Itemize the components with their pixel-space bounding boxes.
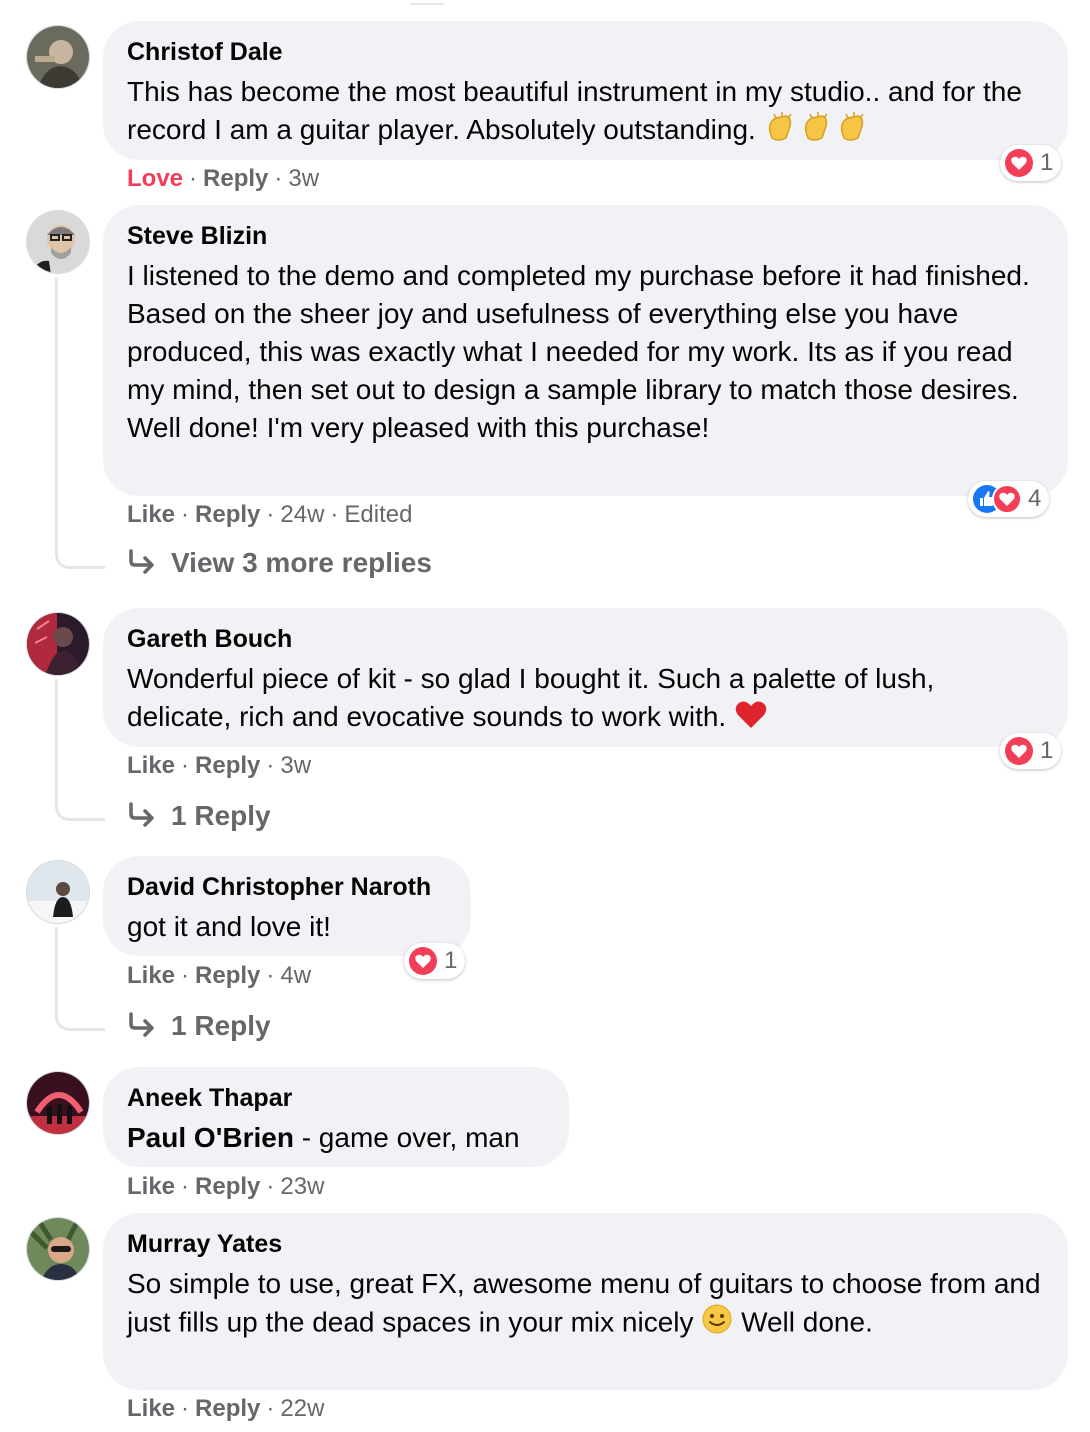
thread-line [55,927,105,1031]
reply-arrow-icon [129,549,154,574]
reaction-count: 1 [1040,149,1054,176]
reaction-summary[interactable]: 1 [1000,145,1062,181]
comment-text: So simple to use, great FX, awesome menu… [127,1265,1044,1345]
timestamp[interactable]: 3w [280,752,311,779]
timestamp[interactable]: 23w [280,1173,324,1200]
comment-bubble: Steve Blizin I listened to the demo and … [103,205,1068,496]
comment-author[interactable]: Steve Blizin [127,221,1044,251]
love-button[interactable]: Love [127,165,183,192]
comment-bubble: Murray Yates So simple to use, great FX,… [103,1213,1068,1390]
reaction-summary[interactable]: 1 [404,943,466,979]
comment-author[interactable]: David Christopher Naroth [127,872,447,902]
reaction-count: 4 [1028,485,1042,512]
timestamp[interactable]: 3w [288,165,319,192]
separator: · [181,1173,190,1200]
comment-bubble: David Christopher Naroth got it and love… [103,856,471,956]
comment-actions: Like · Reply · 3w [127,751,311,781]
comment-actions: Love · Reply · 3w [127,164,319,194]
mention-link[interactable]: Paul O'Brien [127,1122,294,1153]
thread-line [55,679,105,821]
view-replies-link[interactable]: 1 Reply [127,1010,271,1042]
red-heart-icon [734,699,768,739]
edited-label: Edited [344,501,413,528]
heart-icon [992,484,1022,514]
avatar[interactable] [26,612,90,676]
separator: · [266,752,275,779]
heart-icon [1004,148,1034,178]
reply-button[interactable]: Reply [203,165,268,192]
timestamp[interactable]: 4w [280,962,311,989]
like-button[interactable]: Like [127,962,175,989]
clapping-hands-icon [800,111,836,152]
avatar[interactable] [26,1071,90,1135]
comment-text: Wonderful piece of kit - so glad I bough… [127,660,1044,739]
timestamp[interactable]: 24w [280,501,324,528]
separator: · [181,501,190,528]
separator: · [181,752,190,779]
like-button[interactable]: Like [127,752,175,779]
reaction-summary[interactable]: 4 [968,481,1050,517]
clapping-hands-icon [836,111,872,152]
comment-actions: Like · Reply · 23w [127,1172,324,1202]
comment-actions: Like · Reply · 24w · Edited [127,500,412,530]
clapping-hands-icon [764,111,800,152]
comment-bubble: Christof Dale This has become the most b… [103,21,1068,160]
separator: · [330,501,339,528]
comment-text: Paul O'Brien - game over, man [127,1119,545,1157]
avatar[interactable] [26,210,90,274]
separator: · [266,1173,275,1200]
smiling-face-icon [701,1303,733,1345]
timestamp[interactable]: 22w [280,1395,324,1422]
reply-arrow-icon [129,1012,154,1037]
avatar[interactable] [26,1217,90,1281]
like-button[interactable]: Like [127,1395,175,1422]
like-button[interactable]: Like [127,501,175,528]
reaction-count: 1 [1040,737,1054,764]
comment-text: I listened to the demo and completed my … [127,260,1030,443]
comment-author[interactable]: Aneek Thapar [127,1083,545,1113]
separator: · [266,962,275,989]
view-replies-label: 1 Reply [171,1010,271,1041]
separator: · [181,1395,190,1422]
separator: · [266,501,275,528]
comment-author[interactable]: Christof Dale [127,37,1044,67]
avatar[interactable] [26,25,90,89]
reply-arrow-icon [129,802,154,827]
reaction-summary[interactable]: 1 [1000,733,1062,769]
thread-line [55,277,105,569]
like-button[interactable]: Like [127,1173,175,1200]
comment-body: Wonderful piece of kit - so glad I bough… [127,663,935,732]
reply-button[interactable]: Reply [195,1395,260,1422]
comment-body: This has become the most beautiful instr… [127,76,1022,145]
heart-icon [408,946,438,976]
comment-body: - game over, man [293,1122,520,1153]
avatar[interactable] [26,860,90,924]
view-replies-link[interactable]: View 3 more replies [127,547,432,579]
separator: · [181,962,190,989]
comment-bubble: Aneek Thapar Paul O'Brien - game over, m… [103,1067,569,1167]
reply-button[interactable]: Reply [195,1173,260,1200]
comment-bubble: Gareth Bouch Wonderful piece of kit - so… [103,608,1068,747]
comment-text: This has become the most beautiful instr… [127,73,1044,152]
comment-actions: Like · Reply · 4w [127,961,311,991]
view-replies-link[interactable]: 1 Reply [127,800,271,832]
reply-button[interactable]: Reply [195,962,260,989]
view-replies-label: View 3 more replies [171,547,432,578]
comment-text: got it and love it! [127,911,331,942]
separator: · [274,165,283,192]
comment-author[interactable]: Murray Yates [127,1229,1044,1259]
heart-icon [1004,736,1034,766]
top-divider [410,3,444,5]
view-replies-label: 1 Reply [171,800,271,831]
comment-actions: Like · Reply · 22w [127,1394,324,1424]
separator: · [266,1395,275,1422]
comment-author[interactable]: Gareth Bouch [127,624,1044,654]
reply-button[interactable]: Reply [195,752,260,779]
reply-button[interactable]: Reply [195,501,260,528]
reaction-count: 1 [444,947,458,974]
comment-body: So simple to use, great FX, awesome menu… [127,1268,1041,1338]
comment-body-end: Well done. [741,1306,873,1338]
separator: · [189,165,198,192]
